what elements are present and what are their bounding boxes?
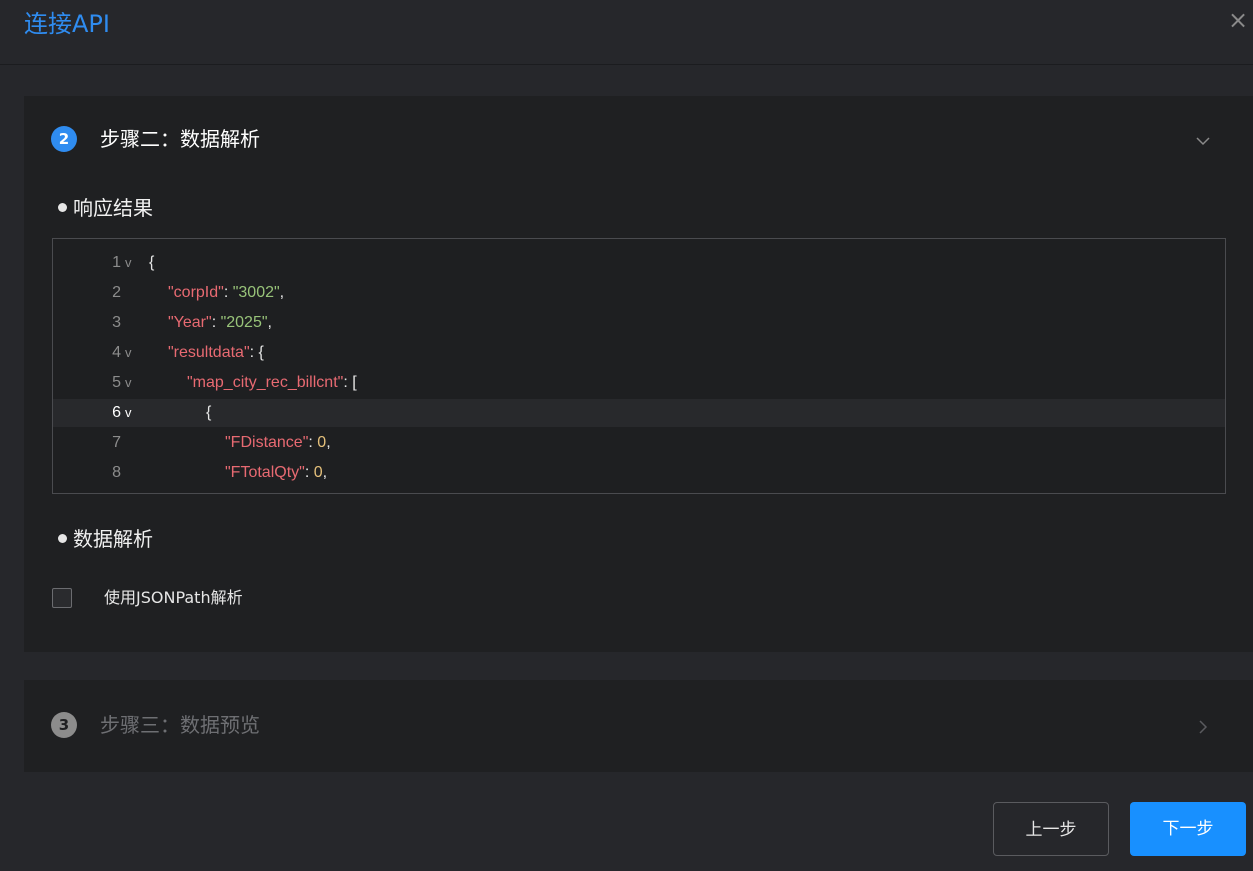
step3-panel: 3 步骤三：数据预览 <box>24 680 1253 772</box>
code-text: { <box>149 254 155 271</box>
bullet-dot <box>58 534 67 543</box>
step2-title: 步骤二：数据解析 <box>100 127 260 151</box>
bullet-dot <box>58 203 67 212</box>
fold-toggle-icon[interactable]: v <box>125 369 132 397</box>
next-step-button[interactable]: 下一步 <box>1130 802 1246 856</box>
code-text: "FDistance": 0, <box>225 434 331 451</box>
line-number: 4 <box>112 344 121 361</box>
code-text: "FTotalQty": 0, <box>225 464 328 481</box>
parse-section-label: 数据解析 <box>58 525 153 553</box>
fold-toggle-icon[interactable]: v <box>125 249 132 277</box>
response-code-editor[interactable]: 1 v{2 "corpId": "3002", 3 "Year": "2025", 4 v "… <box>52 238 1226 494</box>
fold-toggle-icon[interactable]: v <box>125 339 132 367</box>
chevron-right-icon[interactable] <box>1193 717 1213 737</box>
line-number: 8 <box>112 464 121 481</box>
line-number: 3 <box>112 314 121 331</box>
code-line: 3 "Year": "2025", <box>53 309 1225 337</box>
parse-label-text: 数据解析 <box>73 527 153 551</box>
code-line: 4 v "resultdata": { <box>53 339 1225 367</box>
jsonpath-checkbox-label[interactable]: 使用JSONPath解析 <box>104 585 243 611</box>
code-text: "map_city_rec_billcnt": [ <box>187 374 357 391</box>
step2-panel: 2 步骤二：数据解析 响应结果 1 v{2 "corpId": "3002", 3 "Y… <box>24 96 1253 652</box>
line-number: 2 <box>112 284 121 301</box>
line-number: 5 <box>112 374 121 391</box>
close-icon[interactable]: × <box>1224 6 1252 34</box>
code-line: 6 v { <box>53 399 1225 427</box>
code-line: 2 "corpId": "3002", <box>53 279 1225 307</box>
line-number: 7 <box>112 434 121 451</box>
code-text: "resultdata": { <box>168 344 264 361</box>
response-label-text: 响应结果 <box>73 196 153 220</box>
step2-badge: 2 <box>51 126 77 152</box>
code-text: "Year": "2025", <box>168 314 272 331</box>
dialog-title: 连接API <box>24 10 110 38</box>
code-line: 1 v { <box>53 249 1225 277</box>
previous-step-button[interactable]: 上一步 <box>993 802 1109 856</box>
code-line: 5 v "map_city_rec_billcnt": [ <box>53 369 1225 397</box>
line-number: 6 <box>112 404 121 421</box>
code-text: "corpId": "3002", <box>168 284 285 301</box>
code-line: 7 "FDistance": 0, <box>53 429 1225 457</box>
step3-title: 步骤三：数据预览 <box>100 713 260 737</box>
code-text: { <box>206 404 212 421</box>
line-number: 1 <box>112 254 121 271</box>
chevron-down-icon[interactable] <box>1193 131 1213 151</box>
response-section-label: 响应结果 <box>58 194 153 222</box>
code-line: 8 "FTotalQty": 0, <box>53 459 1225 487</box>
jsonpath-checkbox[interactable] <box>52 588 72 608</box>
fold-toggle-icon[interactable]: v <box>125 399 132 427</box>
step3-badge: 3 <box>51 712 77 738</box>
dialog-header: 连接API × <box>0 0 1253 65</box>
